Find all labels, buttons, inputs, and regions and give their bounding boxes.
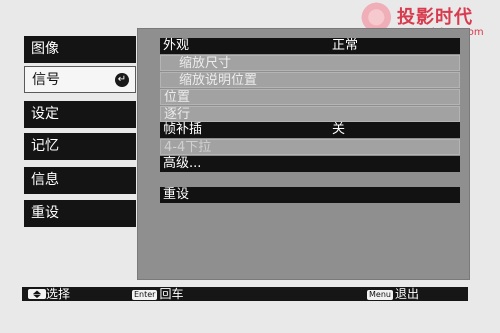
menu-exit-label: 退出 [394, 287, 419, 301]
menu-item-label: 重设 [163, 187, 190, 202]
menu-item-advanced[interactable]: 高级... [160, 156, 460, 172]
footer-bar: 选择 Enter 回车 Menu 退出 [22, 287, 468, 301]
sidebar-item-label: 信号 [32, 72, 60, 88]
menu-item-appearance[interactable]: 外观 正常 [160, 38, 460, 54]
menu-item-label: 缩放说明位置 [179, 73, 258, 88]
menu-item-frame-interpolation[interactable]: 帧补插 关 [160, 122, 460, 138]
menu-item-progressive: 逐行 [160, 106, 460, 122]
menu-item-label: 位置 [164, 90, 191, 105]
sidebar-item-label: 设定 [31, 106, 59, 122]
menu-item-label: 逐行 [164, 107, 191, 122]
enter-label: 回车 [159, 287, 184, 301]
menu-item-label: 4-4下拉 [164, 140, 212, 155]
sidebar-item-label: 记忆 [31, 138, 59, 154]
sidebar-item-settings[interactable]: 设定 [24, 101, 136, 128]
select-label: 选择 [46, 287, 71, 301]
up-down-arrow-icon [28, 289, 46, 299]
sidebar-item-label: 信息 [31, 172, 59, 188]
menu-item-label: 高级... [163, 156, 202, 171]
enter-icon: ↵ [115, 73, 129, 87]
watermark-title: 投影时代 [397, 7, 473, 28]
footer-select-hint: 选择 [28, 287, 70, 301]
sidebar-item-label: 重设 [31, 205, 59, 221]
sidebar-item-label: 图像 [31, 41, 59, 57]
sidebar-item-reset[interactable]: 重设 [24, 200, 136, 227]
sidebar-item-signal[interactable]: 信号 ↵ [24, 66, 136, 93]
menu-key-icon: Menu [367, 290, 393, 300]
sidebar-item-memory[interactable]: 记忆 [24, 133, 136, 160]
menu-item-zoom-size: 缩放尺寸 [160, 55, 460, 71]
menu-item-position: 位置 [160, 89, 460, 105]
menu-item-label: 帧补插 [163, 122, 203, 137]
footer-menu-hint: Menu 退出 [367, 287, 419, 301]
menu-item-reset[interactable]: 重设 [160, 187, 460, 203]
menu-item-value: 正常 [332, 38, 359, 53]
enter-key-icon: Enter [132, 290, 158, 300]
sidebar-item-image[interactable]: 图像 [24, 36, 136, 63]
menu-item-label: 外观 [163, 38, 190, 53]
menu-item-pulldown: 4-4下拉 [160, 139, 460, 155]
menu-item-label: 缩放尺寸 [179, 56, 232, 71]
menu-item-value: 关 [332, 122, 346, 137]
menu-item-zoom-caption-position: 缩放说明位置 [160, 72, 460, 88]
sidebar-item-info[interactable]: 信息 [24, 167, 136, 194]
footer-enter-hint: Enter 回车 [132, 287, 184, 301]
